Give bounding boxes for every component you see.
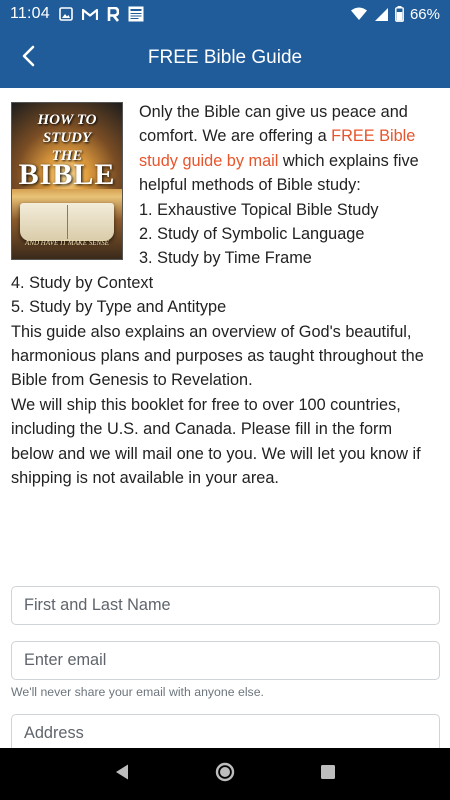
email-field[interactable] bbox=[11, 641, 440, 680]
address-field[interactable] bbox=[11, 714, 440, 748]
cover-big-title: BIBLE bbox=[18, 158, 116, 191]
back-triangle-icon bbox=[114, 763, 130, 786]
content-area[interactable]: HOW TO STUDY THE BIBLE AND HAVE IT MAKE … bbox=[0, 88, 450, 748]
status-bar: 11:04 66% bbox=[0, 0, 450, 28]
book-cover-image: HOW TO STUDY THE BIBLE AND HAVE IT MAKE … bbox=[11, 102, 123, 260]
signal-icon bbox=[374, 7, 389, 22]
cover-title-line2: STUDY bbox=[42, 130, 92, 146]
recents-square-icon bbox=[320, 764, 336, 785]
gmail-icon bbox=[81, 8, 98, 21]
back-arrow-icon bbox=[21, 45, 35, 72]
system-nav-bar bbox=[0, 748, 450, 800]
cover-title: HOW TO STUDY THE bbox=[12, 111, 122, 165]
wifi-icon bbox=[350, 7, 368, 21]
email-help-text: We'll never share your email with anyone… bbox=[11, 685, 264, 699]
method-item: 4. Study by Context bbox=[11, 273, 154, 292]
method-item: 5. Study by Type and Antitype bbox=[11, 298, 227, 317]
request-form: We'll never share your email with anyone… bbox=[11, 586, 440, 748]
image-icon bbox=[59, 7, 73, 21]
newspaper-app-icon bbox=[128, 6, 144, 22]
r-app-icon bbox=[107, 6, 119, 22]
overview-paragraph: This guide also explains an overview of … bbox=[11, 322, 424, 390]
page-title: FREE Bible Guide bbox=[147, 47, 303, 68]
status-left: 11:04 bbox=[10, 5, 144, 23]
status-right: 66% bbox=[350, 6, 440, 23]
intro-section: HOW TO STUDY THE BIBLE AND HAVE IT MAKE … bbox=[0, 88, 450, 491]
home-circle-icon bbox=[215, 762, 235, 787]
cover-title-line1: HOW TO bbox=[37, 112, 97, 128]
back-button[interactable] bbox=[0, 28, 56, 88]
name-field[interactable] bbox=[11, 586, 440, 625]
cover-subtitle: AND HAVE IT MAKE SENSE bbox=[25, 238, 109, 247]
nav-home-button[interactable] bbox=[205, 754, 245, 794]
app-bar: FREE Bible Guide bbox=[0, 28, 450, 88]
battery-percent: 66% bbox=[409, 5, 440, 23]
status-time: 11:04 bbox=[10, 5, 50, 22]
battery-icon bbox=[395, 6, 404, 22]
nav-back-button[interactable] bbox=[102, 754, 142, 794]
shipping-paragraph: We will ship this booklet for free to ov… bbox=[11, 395, 421, 488]
nav-recents-button[interactable] bbox=[308, 754, 348, 794]
